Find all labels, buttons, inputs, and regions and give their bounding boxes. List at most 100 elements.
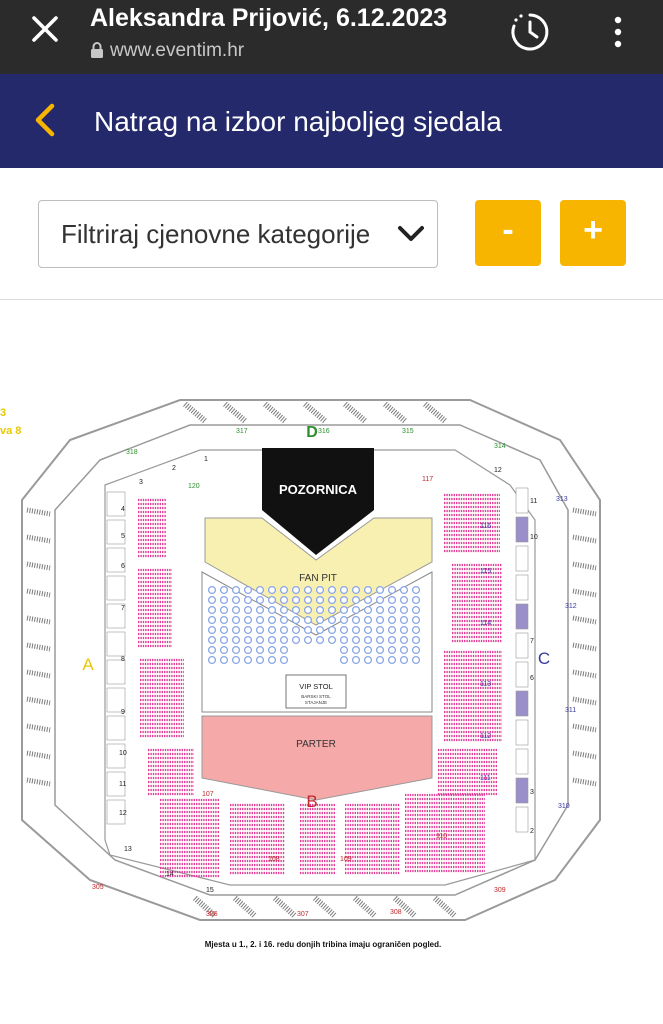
timer-icon[interactable] <box>508 10 552 54</box>
section-label[interactable]: 109 <box>340 856 352 863</box>
box-number[interactable]: 11 <box>530 498 537 505</box>
seat-map[interactable]: POZORNICA FAN PIT VIP STOL BARSKI STOL S… <box>0 300 663 1024</box>
vip-table <box>207 635 217 645</box>
vip-table <box>375 655 385 665</box>
vip-table <box>387 625 397 635</box>
section-label[interactable]: 318 <box>126 449 138 456</box>
zoom-out-button[interactable]: - <box>475 200 541 266</box>
section-label[interactable]: 107 <box>202 791 214 798</box>
box-number[interactable]: 3 <box>139 479 143 486</box>
vip-table <box>387 635 397 645</box>
section-label[interactable]: 111 <box>480 775 491 782</box>
vip-table <box>387 605 397 615</box>
close-icon[interactable] <box>28 12 62 46</box>
vip-table <box>267 605 277 615</box>
vip-table <box>303 615 313 625</box>
box <box>515 661 529 688</box>
vip-table <box>399 595 409 605</box>
vip-table <box>363 635 373 645</box>
box <box>515 545 529 572</box>
section-label[interactable]: 117 <box>422 476 433 483</box>
section-label[interactable]: 110 <box>436 833 447 840</box>
box <box>515 806 529 833</box>
fan-pit-label: FAN PIT <box>299 573 337 584</box>
section-label[interactable]: 314 <box>494 443 506 450</box>
vip-table <box>243 655 253 665</box>
vip-table <box>387 585 397 595</box>
box-number[interactable]: 10 <box>119 750 127 757</box>
section-label[interactable]: 308 <box>390 909 402 916</box>
lock-icon <box>91 42 103 58</box>
vip-table <box>291 585 301 595</box>
section-label[interactable]: 108 <box>268 856 280 863</box>
vip-table <box>279 655 289 665</box>
box-number[interactable]: 4 <box>121 506 125 513</box>
box-number[interactable]: 6 <box>530 675 534 682</box>
vip-table <box>303 625 313 635</box>
footnote: Mjesta u 1., 2. i 16. redu donjih tribin… <box>205 940 441 949</box>
box-number[interactable]: 14 <box>166 871 174 878</box>
box-number[interactable]: 11 <box>119 781 126 788</box>
nav-header: Natrag na izbor najboljeg sjedala <box>0 74 663 168</box>
side-a-label: A <box>82 655 94 674</box>
box-number[interactable]: 6 <box>121 563 125 570</box>
price-category-select[interactable]: Filtriraj cjenovne kategorije <box>38 200 438 268</box>
side-b-label: B <box>306 792 317 811</box>
section-label[interactable]: 310 <box>558 803 570 810</box>
section-label[interactable]: 311 <box>565 707 576 714</box>
section-label[interactable]: 313 <box>556 496 568 503</box>
box-number[interactable]: 1 <box>204 456 208 463</box>
vip-table <box>207 655 217 665</box>
box-number[interactable]: 13 <box>124 846 132 853</box>
box-number[interactable]: 15 <box>206 887 214 894</box>
section-label[interactable]: 316 <box>318 428 330 435</box>
vip-table <box>351 645 361 655</box>
vip-table <box>339 605 349 615</box>
vip-table <box>243 635 253 645</box>
section-label[interactable]: 309 <box>494 887 506 894</box>
vip-table <box>267 655 277 665</box>
section-label[interactable]: 317 <box>236 428 248 435</box>
section-label[interactable]: 113 <box>480 681 491 688</box>
box-number[interactable]: 5 <box>121 533 125 540</box>
box-number[interactable]: 7 <box>121 605 125 612</box>
back-link[interactable]: Natrag na izbor najboljeg sjedala <box>94 106 502 138</box>
vip-table <box>315 595 325 605</box>
box-number[interactable]: 12 <box>119 810 127 817</box>
section-label[interactable]: 114 <box>480 620 491 627</box>
box-number[interactable]: 12 <box>494 467 502 474</box>
vip-table <box>207 645 217 655</box>
section-label[interactable]: 120 <box>188 483 200 490</box>
box-number[interactable]: 2 <box>530 828 534 835</box>
box-number[interactable]: 8 <box>121 656 125 663</box>
vip-table <box>231 615 241 625</box>
vip-table <box>351 635 361 645</box>
section-label[interactable]: 312 <box>565 603 577 610</box>
section-label[interactable]: 306 <box>206 911 218 918</box>
box-number[interactable]: 9 <box>121 709 125 716</box>
more-vert-icon[interactable] <box>608 12 628 52</box>
url-text[interactable]: www.eventim.hr <box>110 40 244 62</box>
vip-table <box>291 615 301 625</box>
seat-map-canvas[interactable]: POZORNICA FAN PIT VIP STOL BARSKI STOL S… <box>0 300 663 1024</box>
zoom-in-button[interactable]: + <box>560 200 626 266</box>
vip-table <box>219 625 229 635</box>
vip-table <box>363 585 373 595</box>
vip-table <box>351 625 361 635</box>
box-number[interactable]: 3 <box>530 789 534 796</box>
vip-table <box>327 635 337 645</box>
box-number[interactable]: 2 <box>172 465 176 472</box>
section-label[interactable]: 112 <box>480 733 491 740</box>
vip-table <box>291 625 301 635</box>
box <box>515 777 529 804</box>
section-label[interactable]: 116 <box>480 523 491 530</box>
section-label[interactable]: 305 <box>92 884 104 891</box>
vip-table <box>279 635 289 645</box>
section-label[interactable]: 315 <box>402 428 414 435</box>
box-number[interactable]: 7 <box>530 638 534 645</box>
vip-table <box>339 655 349 665</box>
section-label[interactable]: 115 <box>480 568 491 575</box>
section-label[interactable]: 307 <box>297 911 309 918</box>
chevron-left-icon[interactable] <box>30 102 60 138</box>
box-number[interactable]: 10 <box>530 534 538 541</box>
